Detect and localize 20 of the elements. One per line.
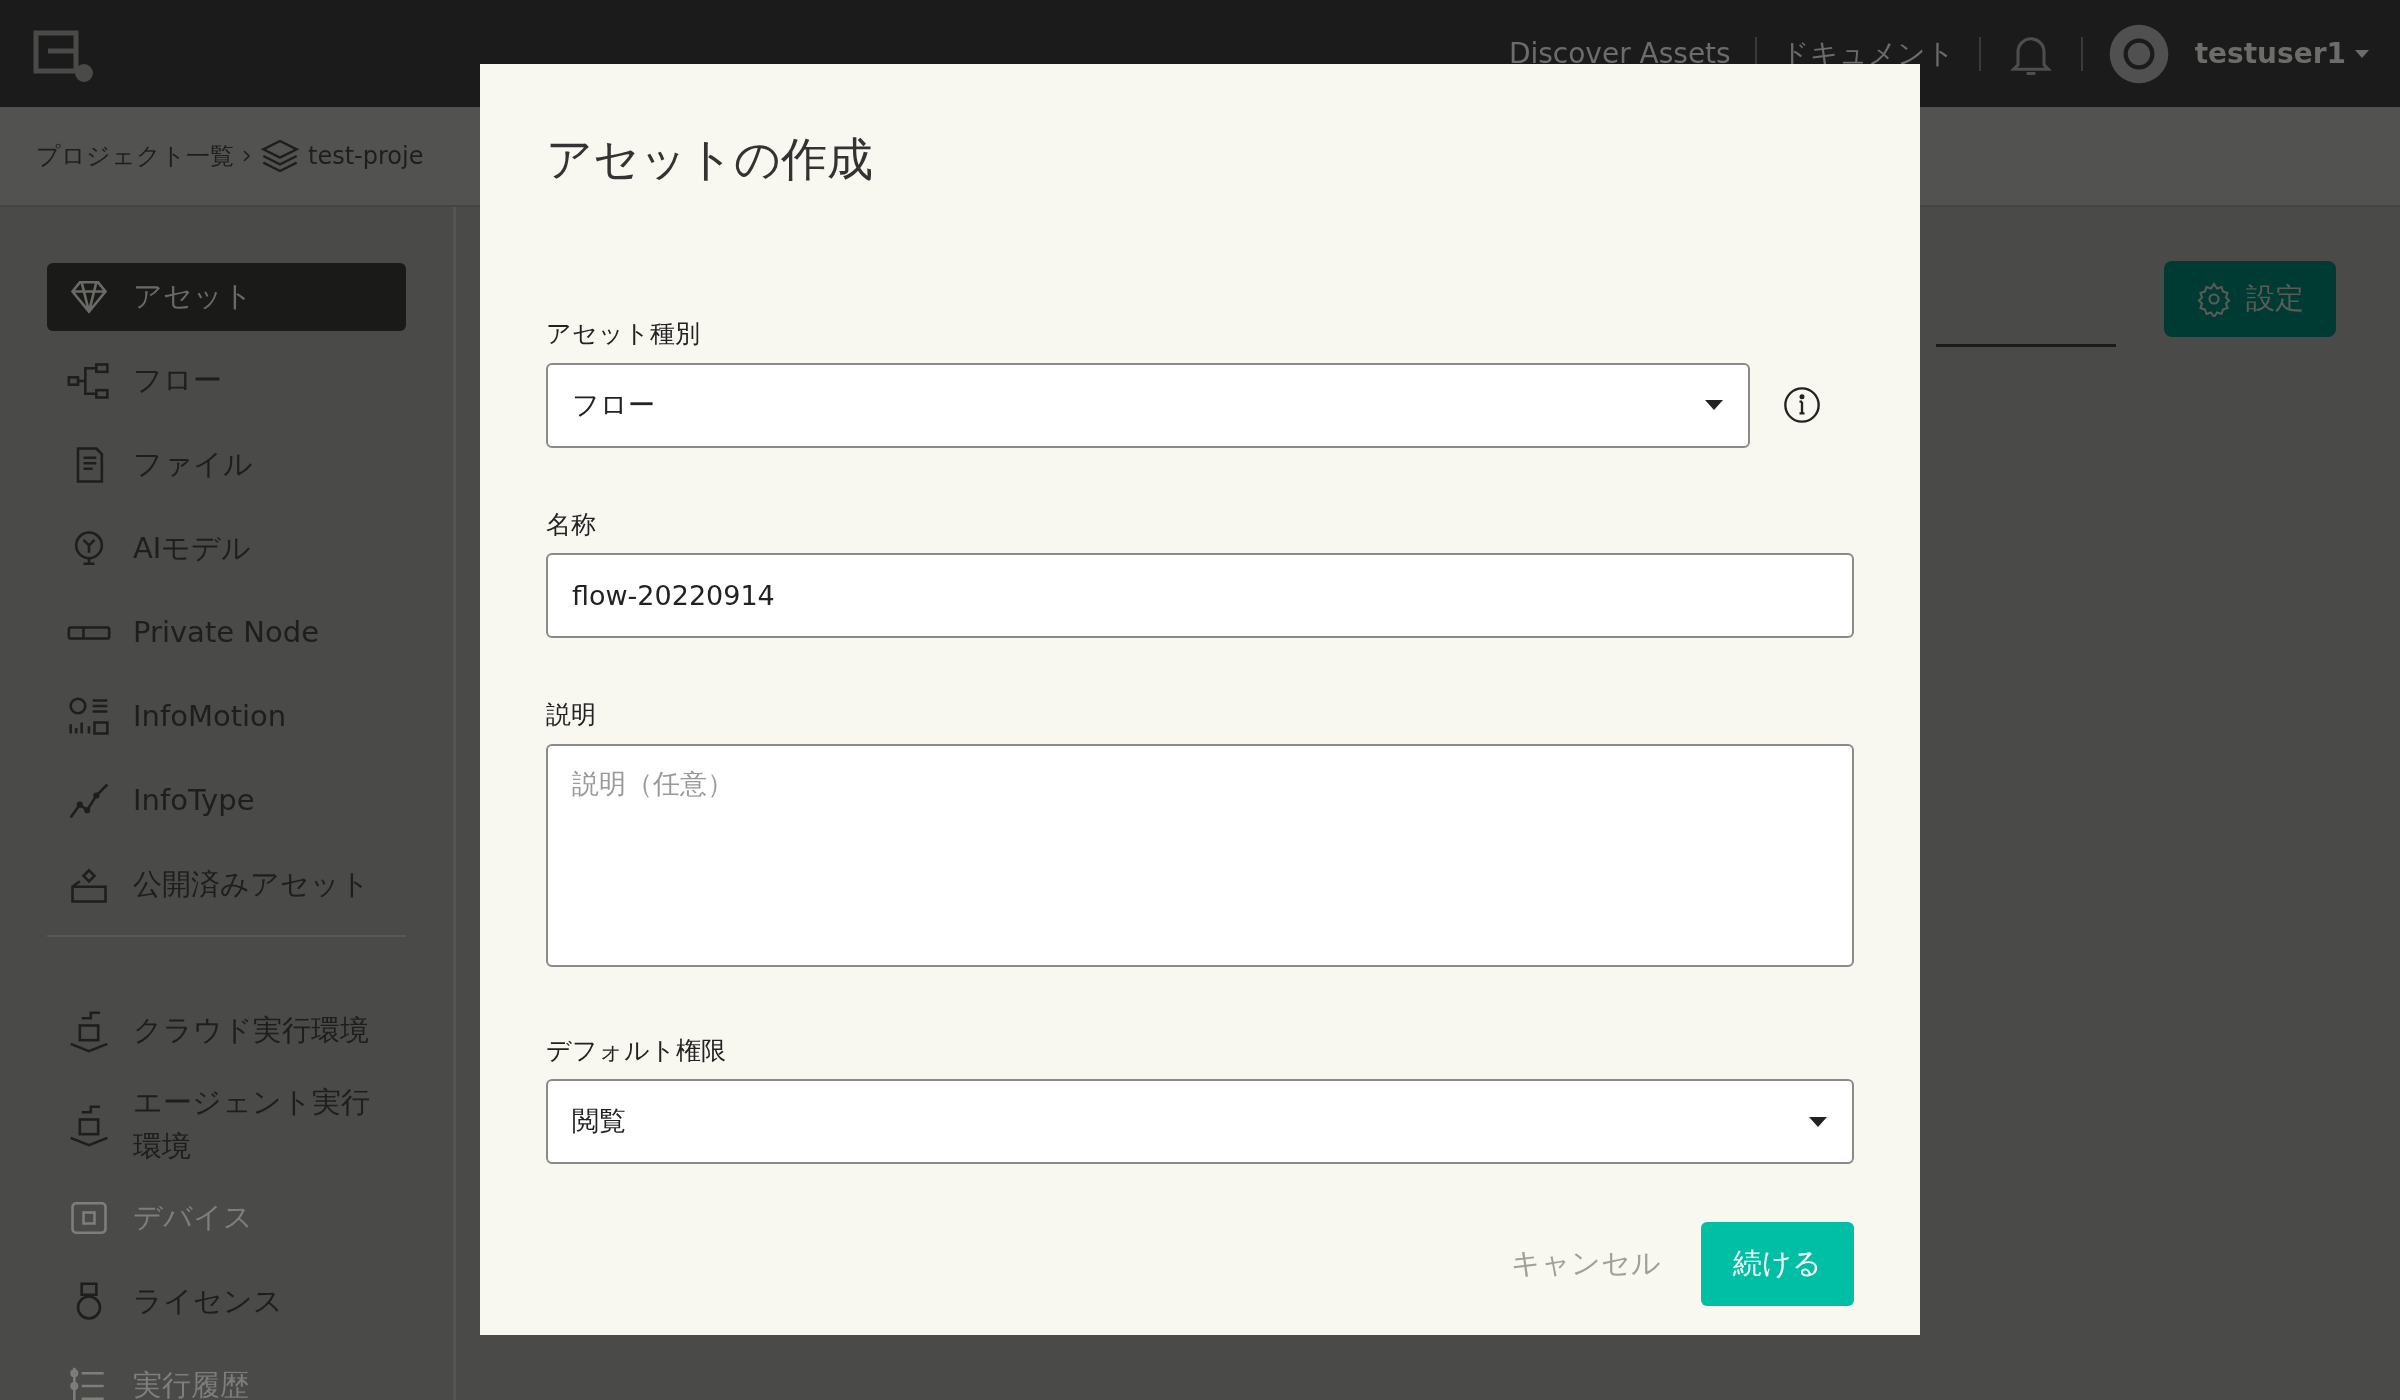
settings-icon [2196, 280, 2232, 317]
cancel-button[interactable]: キャンセル [1471, 1242, 1701, 1286]
caret-icon [2354, 48, 2370, 59]
user-menu[interactable]: testuser1 [2194, 32, 2370, 75]
select-field[interactable]: フロー [546, 362, 1750, 448]
caret-icon [1808, 1115, 1828, 1128]
select-field[interactable]: 閲覧 [546, 1079, 1854, 1165]
text-input[interactable]: flow-20220914 [546, 553, 1854, 639]
info-icon [1782, 385, 1822, 426]
continue-button[interactable]: 続ける [1701, 1222, 1854, 1307]
caret-icon [1704, 399, 1724, 412]
settings-button[interactable]: 設定 [2164, 261, 2336, 337]
chevron-icon [242, 149, 252, 163]
sidebar-item[interactable]: アセット [47, 263, 406, 331]
field-label: アセット種別 [546, 318, 701, 351]
field-label: 説明 [546, 699, 597, 732]
textarea-field[interactable]: 説明（任意） [546, 743, 1854, 967]
field-label: デフォルト権限 [546, 1034, 727, 1067]
field-label: 名称 [546, 508, 597, 541]
dialog-title: アセットの作成 [546, 132, 874, 188]
